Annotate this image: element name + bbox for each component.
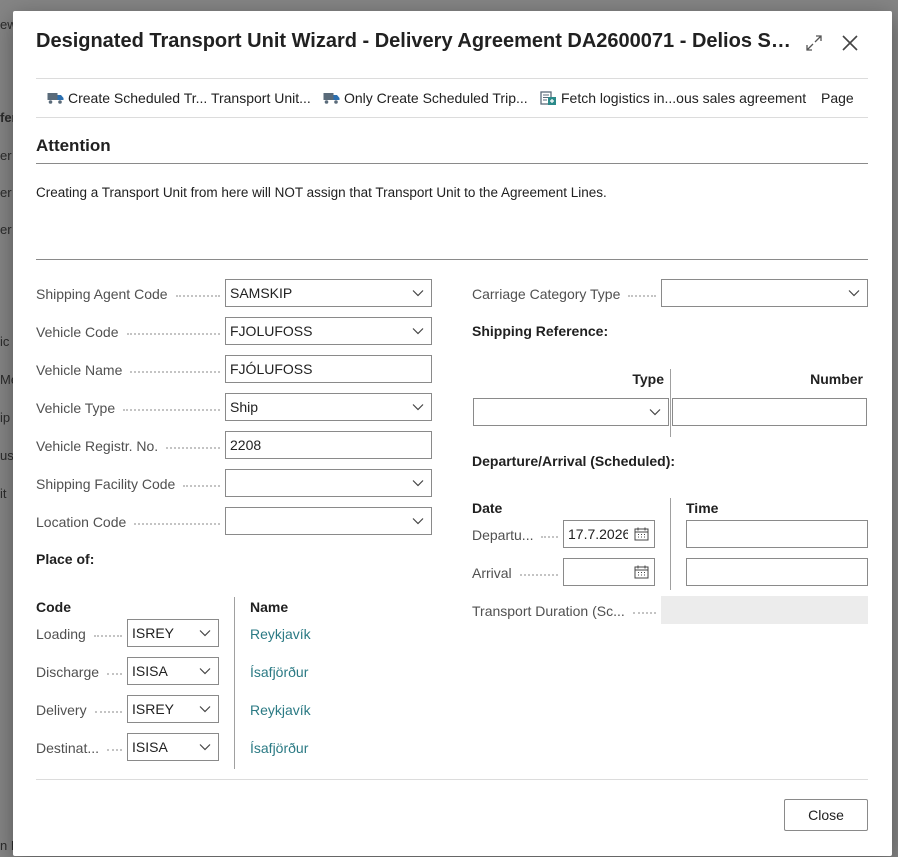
chevron-down-icon[interactable] [405,403,431,411]
loading-label: Loading [36,626,128,642]
chevron-down-icon[interactable] [405,479,431,487]
action-label: Fetch logistics in...ous sales agreement [561,90,807,106]
only-create-scheduled-trip-action[interactable]: Only Create Scheduled Trip... [323,90,528,106]
carriage-category-type-label: Carriage Category Type [472,286,662,302]
arrival-label: Arrival [472,565,564,581]
vehicle-registration-label: Vehicle Registr. No. [36,438,226,454]
truck-icon [323,93,340,104]
chevron-down-icon[interactable] [405,517,431,525]
time-column-header: Time [686,500,719,516]
shipping-facility-code-field[interactable] [225,469,432,497]
date-column-header: Date [472,500,503,516]
attention-title: Attention [36,136,111,155]
place-of-title: Place of: [36,551,95,567]
shipping-agent-code-label: Shipping Agent Code [36,286,226,302]
dialog-title: Designated Transport Unit Wizard - Deliv… [36,30,796,52]
divider [36,78,868,79]
column-divider [670,498,671,590]
code-column-header: Code [36,599,71,615]
vehicle-type-label: Vehicle Type [36,400,226,416]
chevron-down-icon[interactable] [642,408,668,416]
shipping-reference-number-field[interactable] [672,398,867,426]
type-column-header: Type [632,371,664,387]
arrival-time-field[interactable] [686,558,868,586]
departure-label: Departu... [472,527,564,543]
field-value: ISISA [132,663,168,679]
name-column-header: Name [250,599,289,615]
field-value: FJOLUFOSS [230,323,313,339]
shipping-reference-type-field[interactable] [473,398,669,426]
loading-name-link[interactable]: Reykjavík [250,626,311,642]
page-menu-action[interactable]: Page [821,90,854,106]
discharge-name-link[interactable]: Ísafjörður [250,664,308,680]
departure-time-field[interactable] [686,520,868,548]
chevron-down-icon[interactable] [192,629,218,637]
action-label: Only Create Scheduled Trip... [344,90,528,106]
action-label: Page [821,90,854,106]
number-column-header: Number [810,371,863,387]
chevron-down-icon[interactable] [841,289,867,297]
field-value: ISISA [132,739,168,755]
chevron-down-icon[interactable] [192,743,218,751]
column-divider [670,369,671,437]
transport-unit-wizard-dialog: Designated Transport Unit Wizard - Deliv… [13,11,892,856]
field-value: ISREY [132,701,175,717]
loading-code-field[interactable]: ISREY [127,619,219,647]
column-divider [234,597,235,769]
departure-date-field[interactable]: 17.7.2026 [563,520,655,548]
calendar-icon[interactable] [628,527,654,541]
action-label: Create Scheduled Tr... Transport Unit... [68,90,311,106]
expand-icon [806,35,822,51]
vehicle-name-field[interactable]: FJÓLUFOSS [225,355,432,383]
location-code-field[interactable] [225,507,432,535]
shipping-facility-code-label: Shipping Facility Code [36,476,226,492]
vehicle-code-field[interactable]: FJOLUFOSS [225,317,432,345]
location-code-label: Location Code [36,514,226,530]
field-value: 2208 [230,437,262,453]
delivery-code-field[interactable]: ISREY [127,695,219,723]
shipping-agent-code-field[interactable]: SAMSKIP [225,279,432,307]
destination-name-link[interactable]: Ísafjörður [250,740,308,756]
vehicle-type-field[interactable]: Ship [225,393,432,421]
chevron-down-icon[interactable] [405,289,431,297]
arrival-date-field[interactable] [563,558,655,586]
vehicle-code-label: Vehicle Code [36,324,226,340]
close-button[interactable]: Close [784,799,868,831]
close-dialog-button[interactable] [838,31,862,55]
divider [36,117,868,118]
field-value: 17.7.2026 [568,526,628,542]
chevron-down-icon[interactable] [405,327,431,335]
section-underline [36,163,868,164]
expand-button[interactable] [802,31,826,55]
discharge-code-field[interactable]: ISISA [127,657,219,685]
delivery-name-link[interactable]: Reykjavík [250,702,311,718]
field-value: FJÓLUFOSS [230,361,313,377]
departure-arrival-title: Departure/Arrival (Scheduled): [472,453,676,469]
delivery-label: Delivery [36,702,128,718]
attention-message: Creating a Transport Unit from here will… [36,185,607,200]
chevron-down-icon[interactable] [192,667,218,675]
fetch-icon [540,90,556,105]
destination-label: Destinat... [36,740,128,756]
create-scheduled-trip-transport-unit-action[interactable]: Create Scheduled Tr... Transport Unit... [47,90,311,106]
transport-duration-label: Transport Duration (Sc... [472,603,662,619]
field-value: ISREY [132,625,175,641]
section-divider [36,259,868,260]
field-value: SAMSKIP [230,285,293,301]
discharge-label: Discharge [36,664,128,680]
truck-icon [47,93,64,104]
field-value: Ship [230,399,259,415]
vehicle-registration-field[interactable]: 2208 [225,431,432,459]
footer-divider [36,779,868,780]
close-icon [842,35,858,51]
fetch-logistics-action[interactable]: Fetch logistics in...ous sales agreement [540,90,806,106]
vehicle-name-label: Vehicle Name [36,362,226,378]
chevron-down-icon[interactable] [192,705,218,713]
carriage-category-type-field[interactable] [661,279,868,307]
calendar-icon[interactable] [628,565,654,579]
transport-duration-field [661,596,868,624]
shipping-reference-title: Shipping Reference: [472,323,609,339]
destination-code-field[interactable]: ISISA [127,733,219,761]
